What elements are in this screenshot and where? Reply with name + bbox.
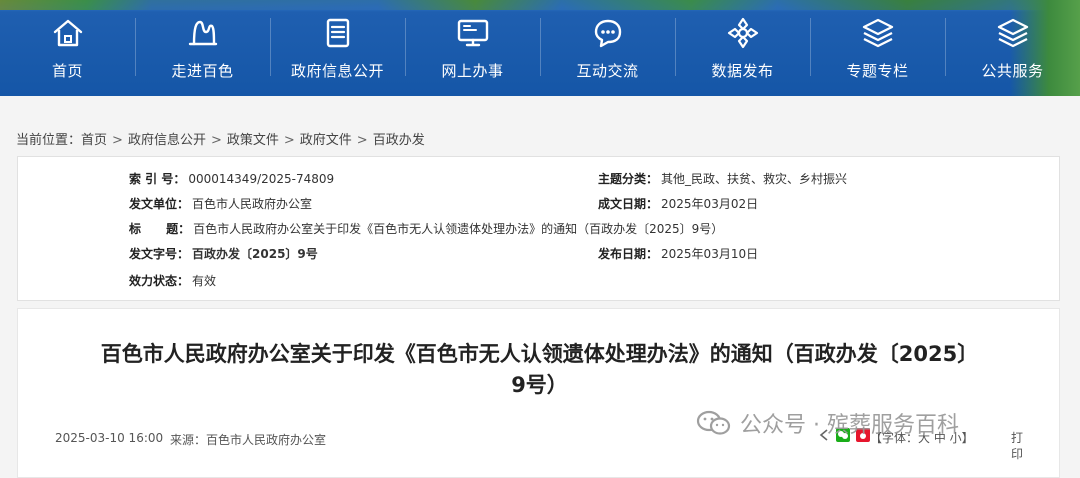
info-doc-no-label: 发文字号： <box>129 247 190 261</box>
data-icon <box>727 17 758 49</box>
top-navigation: 首页 走进百色 政府信息公开 网上办事 互动交流 数据发布 专题专栏 公共服务 <box>0 0 1080 96</box>
info-issuer-row: 发文单位： 百色市人民政府办公室 <box>129 195 312 212</box>
nav-item-data-release[interactable]: 数据发布 <box>675 0 810 96</box>
article-source-value: 百色市人民政府办公室 <box>206 433 327 447</box>
nav-items: 首页 走进百色 政府信息公开 网上办事 互动交流 数据发布 专题专栏 公共服务 <box>0 0 1080 96</box>
nav-label: 网上办事 <box>441 62 504 80</box>
document-info-panel: 索 引 号： 000014349/2025-74809 主题分类： 其他_民政、扶贫… <box>17 156 1060 301</box>
print-button[interactable]: 打印 <box>1010 430 1024 462</box>
info-topic-label: 主题分类： <box>598 172 659 186</box>
info-index-value: 000014349/2025-74809 <box>188 172 335 186</box>
breadcrumb: 当前位置：首页 > 政府信息公开 > 政策文件 > 政府文件 > 百政办发 <box>16 129 425 148</box>
nav-label: 首页 <box>51 62 83 80</box>
info-index-row: 索 引 号： 000014349/2025-74809 <box>129 170 334 187</box>
nav-label: 数据发布 <box>711 62 774 80</box>
info-published-value: 2025年03月10日 <box>661 247 759 261</box>
nav-item-online-service[interactable]: 网上办事 <box>405 0 540 96</box>
info-issuer-label: 发文单位： <box>129 197 190 211</box>
breadcrumb-separator: > <box>283 133 295 148</box>
info-published-row: 发布日期： 2025年03月10日 <box>598 245 758 262</box>
home-icon <box>53 19 82 47</box>
nav-item-about[interactable]: 走进百色 <box>135 0 270 96</box>
nav-label: 政府信息公开 <box>290 62 384 80</box>
info-created-value: 2025年03月02日 <box>661 197 759 211</box>
nav-item-public-service[interactable]: 公共服务 <box>945 0 1080 96</box>
info-created-label: 成文日期： <box>598 197 659 211</box>
nav-item-home[interactable]: 首页 <box>0 0 135 96</box>
stack-icon <box>997 18 1028 48</box>
info-status-row: 效力状态： 有效 <box>129 272 216 289</box>
nav-label: 专题专栏 <box>846 62 909 80</box>
nav-item-gov-info[interactable]: 政府信息公开 <box>270 0 405 96</box>
breadcrumb-prefix: 当前位置： <box>16 133 82 148</box>
layers-icon <box>862 18 893 48</box>
breadcrumb-item-gov-info[interactable]: 政府信息公开 <box>128 133 206 148</box>
info-status-label: 效力状态： <box>129 274 190 288</box>
article-title-line-1: 百色市人民政府办公室关于印发《百色市无人认领遗体处理办法》的通知（百政办发〔20… <box>100 342 979 366</box>
info-published-label: 发布日期： <box>598 247 659 261</box>
article-date: 2025-03-10 16:00 <box>55 431 164 445</box>
info-issuer-value: 百色市人民政府办公室 <box>192 197 313 211</box>
info-index-label: 索 引 号： <box>129 172 186 186</box>
article-title: 百色市人民政府办公室关于印发《百色市无人认领遗体处理办法》的通知（百政办发〔20… <box>48 339 1031 401</box>
info-topic-value: 其他_民政、扶贫、救灾、乡村振兴 <box>661 172 848 186</box>
wechat-logo-icon <box>696 410 731 435</box>
monitor-icon <box>457 19 488 47</box>
breadcrumb-item-home[interactable]: 首页 <box>81 133 107 148</box>
breadcrumb-item-policy-docs[interactable]: 政策文件 <box>227 133 279 148</box>
breadcrumb-separator: > <box>112 133 123 148</box>
article-source: 来源：百色市人民政府办公室 <box>170 431 326 448</box>
info-doc-no-row: 发文字号： 百政办发〔2025〕9号 <box>129 245 318 262</box>
breadcrumb-separator: > <box>210 133 222 148</box>
article-card: 百色市人民政府办公室关于印发《百色市无人认领遗体处理办法》的通知（百政办发〔20… <box>17 308 1060 478</box>
nav-item-special-topics[interactable]: 专题专栏 <box>810 0 945 96</box>
nav-item-interaction[interactable]: 互动交流 <box>540 0 675 96</box>
nav-label: 互动交流 <box>576 62 639 80</box>
watermark-text: 公众号 · 殡葬服务百科 <box>740 413 959 438</box>
info-title-row: 标 题： 百色市人民政府办公室关于印发《百色市无人认领遗体处理办法》的通知（百政办… <box>129 220 723 237</box>
document-icon <box>326 18 349 48</box>
info-title-value: 百色市人民政府办公室关于印发《百色市无人认领遗体处理办法》的通知（百政办发〔20… <box>193 222 724 236</box>
breadcrumb-item-gov-docs[interactable]: 政府文件 <box>300 133 352 148</box>
breadcrumb-separator: > <box>356 133 368 148</box>
nav-label: 公共服务 <box>981 62 1044 80</box>
info-doc-no-value: 百政办发〔2025〕9号 <box>192 247 318 261</box>
wechat-watermark: 公众号 · 殡葬服务百科 <box>696 403 959 443</box>
info-created-row: 成文日期： 2025年03月02日 <box>598 195 758 212</box>
article-title-line-2: 9号） <box>511 373 568 397</box>
breadcrumb-item-baizhengbanfa[interactable]: 百政办发 <box>373 133 425 148</box>
chat-icon <box>594 19 621 48</box>
info-status-value: 有效 <box>192 274 217 288</box>
info-title-label: 标 题： <box>129 222 191 236</box>
nav-label: 走进百色 <box>171 62 234 80</box>
mountain-icon <box>188 20 217 46</box>
article-source-label: 来源： <box>170 433 207 447</box>
info-topic-row: 主题分类： 其他_民政、扶贫、救灾、乡村振兴 <box>598 170 847 187</box>
